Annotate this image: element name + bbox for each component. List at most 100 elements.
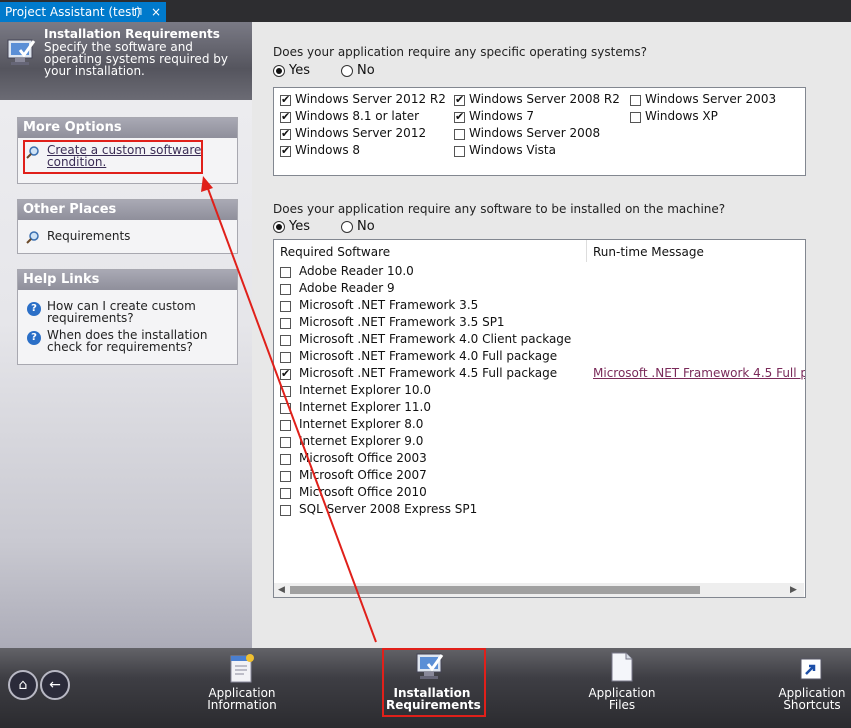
help-link-installation-check[interactable]: When does the installation check for req… [47, 329, 237, 353]
software-question: Does your application require any softwa… [273, 202, 726, 216]
software-yes-label: Yes [289, 219, 310, 234]
home-icon[interactable]: ⌂ [8, 670, 38, 700]
software-label: Internet Explorer 8.0 [299, 417, 424, 431]
software-no-radio[interactable] [341, 221, 353, 233]
horizontal-scrollbar[interactable]: ◀ ▶ [274, 583, 804, 597]
nav-label-line2: Files [608, 698, 636, 712]
document-tab-strip: Project Assistant (test) ⊓ × [0, 0, 851, 22]
os-checkbox-label: Windows 8 [295, 143, 361, 157]
nav-label-line2: Shortcuts [783, 698, 841, 712]
requirements-link[interactable]: Requirements [47, 230, 130, 242]
software-checkbox[interactable] [280, 420, 291, 431]
software-label: Microsoft Office 2007 [299, 468, 427, 482]
os-yes-label: Yes [289, 63, 310, 78]
software-checkbox[interactable] [280, 352, 291, 363]
annotation-highlight-box [23, 140, 203, 174]
os-no-label: No [357, 63, 375, 78]
os-checkbox-label: Windows 7 [469, 109, 535, 123]
scroll-left-icon[interactable]: ◀ [278, 583, 285, 597]
os-checkbox[interactable] [454, 110, 465, 123]
column-header-required-software[interactable]: Required Software [280, 245, 390, 259]
os-checkbox[interactable] [454, 93, 465, 106]
nav-application-files[interactable]: Application Files [580, 687, 664, 711]
os-checkbox[interactable] [280, 110, 291, 123]
software-label: Internet Explorer 10.0 [299, 383, 431, 397]
software-checkbox[interactable] [280, 318, 291, 329]
software-checkbox[interactable] [280, 301, 291, 312]
os-checkbox-label: Windows Server 2003 [645, 92, 777, 106]
help-links-box: Help Links ? How can I create custom req… [17, 269, 238, 365]
help-icon: ? [27, 302, 41, 316]
software-checkbox[interactable] [280, 267, 291, 278]
other-places-title: Other Places [18, 200, 237, 220]
software-label: Adobe Reader 9 [299, 281, 395, 295]
os-checkbox[interactable] [280, 127, 291, 140]
nav-label-line2: Information [207, 698, 277, 712]
os-checkbox-label: Windows XP [645, 109, 718, 123]
software-checkbox[interactable] [280, 403, 291, 414]
software-label: Internet Explorer 9.0 [299, 434, 424, 448]
software-label: Microsoft .NET Framework 4.0 Full packag… [299, 349, 558, 363]
magnifier-icon [26, 231, 39, 244]
scroll-right-icon[interactable]: ▶ [790, 583, 797, 597]
software-label: Internet Explorer 11.0 [299, 400, 431, 414]
document-tab[interactable]: Project Assistant (test) ⊓ × [0, 2, 166, 22]
os-checkbox-label: Windows Server 2012 R2 [295, 92, 446, 106]
software-checkbox[interactable] [280, 335, 291, 346]
software-label: Microsoft Office 2003 [299, 451, 427, 465]
os-checkbox-label: Windows Vista [469, 143, 556, 157]
os-checkbox[interactable] [454, 129, 465, 140]
scrollbar-thumb[interactable] [290, 586, 700, 594]
left-task-panel: Installation Requirements Specify the so… [0, 22, 252, 648]
software-label: Microsoft Office 2010 [299, 485, 427, 499]
os-checkbox[interactable] [630, 95, 641, 106]
help-link-custom-requirements[interactable]: How can I create custom requirements? [47, 300, 237, 324]
software-checkbox[interactable] [280, 505, 291, 516]
application-shortcuts-icon [800, 658, 822, 680]
software-no-label: No [357, 219, 375, 234]
os-checklist: Windows Server 2012 R2 Windows 8.1 or lat… [273, 87, 806, 176]
panel-description: Specify the software and operating syste… [44, 40, 228, 78]
runtime-message-link[interactable]: Microsoft .NET Framework 4.5 Full pa [593, 366, 805, 380]
software-yes-radio[interactable] [273, 221, 285, 233]
os-checkbox[interactable] [454, 146, 465, 157]
software-checkbox[interactable] [280, 367, 291, 380]
os-checkbox-label: Windows Server 2008 R2 [469, 92, 620, 106]
help-icon: ? [27, 331, 41, 345]
software-checkbox[interactable] [280, 386, 291, 397]
software-label: Microsoft .NET Framework 4.0 Client pack… [299, 332, 572, 346]
os-checkbox-label: Windows Server 2012 [295, 126, 427, 140]
software-checkbox[interactable] [280, 471, 291, 482]
column-separator [586, 240, 587, 262]
more-options-title: More Options [18, 118, 237, 138]
software-label: Microsoft .NET Framework 3.5 [299, 298, 479, 312]
software-label: Microsoft .NET Framework 4.5 Full packag… [299, 366, 558, 380]
software-label: Microsoft .NET Framework 3.5 SP1 [299, 315, 505, 329]
application-information-icon [230, 654, 254, 683]
nav-application-shortcuts[interactable]: Application Shortcuts [770, 687, 851, 711]
os-checkbox-label: Windows 8.1 or later [295, 109, 420, 123]
software-checkbox[interactable] [280, 437, 291, 448]
help-links-title: Help Links [18, 270, 237, 290]
software-label: SQL Server 2008 Express SP1 [299, 502, 478, 516]
panel-title: Installation Requirements [44, 27, 220, 41]
back-arrow-icon[interactable]: ← [40, 670, 70, 700]
os-yes-radio[interactable] [273, 65, 285, 77]
column-header-runtime-message[interactable]: Run-time Message [593, 245, 704, 259]
close-icon[interactable]: × [151, 2, 161, 22]
os-no-radio[interactable] [341, 65, 353, 77]
os-checkbox[interactable] [280, 144, 291, 157]
nav-application-information[interactable]: Application Information [200, 687, 284, 711]
pin-icon[interactable]: ⊓ [134, 2, 143, 22]
software-checkbox[interactable] [280, 284, 291, 295]
os-checkbox[interactable] [280, 93, 291, 106]
software-checkbox[interactable] [280, 488, 291, 499]
other-places-box: Other Places Requirements [17, 199, 238, 254]
software-checkbox[interactable] [280, 454, 291, 465]
os-checkbox-label: Windows Server 2008 [469, 126, 601, 140]
annotation-highlight-box [382, 648, 486, 717]
panel-header: Installation Requirements Specify the so… [0, 22, 252, 100]
os-checkbox[interactable] [630, 112, 641, 123]
application-files-icon [611, 652, 633, 682]
installation-requirements-icon [7, 39, 36, 65]
